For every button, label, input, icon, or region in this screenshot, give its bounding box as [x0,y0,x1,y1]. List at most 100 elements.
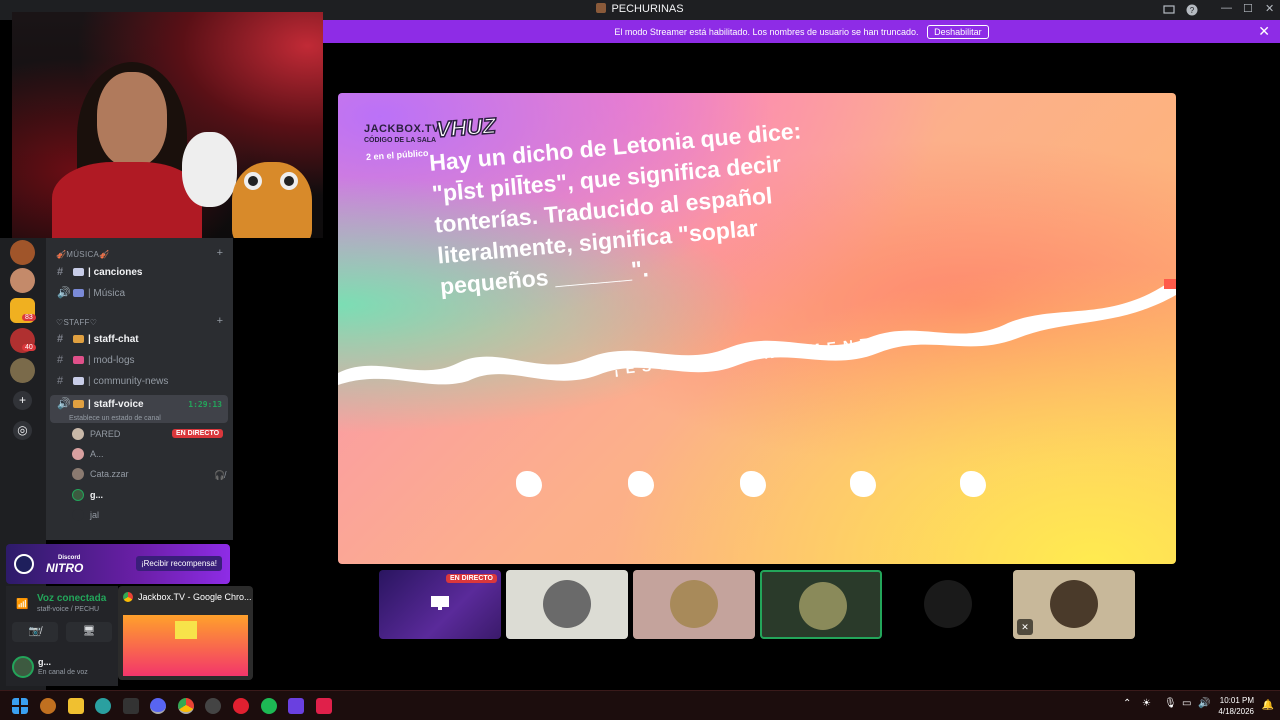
signal-icon[interactable]: 📶 [16,599,28,610]
webcam-face [97,72,167,167]
webcam-plush-eye [280,172,298,190]
monitor-icon [431,596,449,610]
microphone-icon[interactable]: 🎙 [1164,698,1177,709]
participant-tile[interactable] [887,570,1009,639]
lock-icon [73,400,84,408]
add-channel-icon[interactable]: + [217,315,223,327]
minimize-button[interactable]: — [1221,2,1232,14]
thumbnail-preview[interactable] [123,615,248,676]
channel-canciones[interactable]: # | canciones [50,263,228,282]
participant-tile-speaking[interactable] [760,570,882,639]
voice-status[interactable]: Voz conectada [37,593,106,604]
player-blob [850,471,876,497]
inbox-icon[interactable] [1163,4,1175,16]
hash-icon: # [57,354,64,366]
wave-decoration [338,279,1176,385]
voice-user[interactable]: A... [72,445,104,463]
close-window-button[interactable]: ✕ [1265,2,1274,15]
notification-icon[interactable]: 🔔 [1262,700,1274,711]
avatar[interactable] [12,656,34,678]
voice-user-name: PARED [90,429,121,439]
muted-icon: ✕ [1017,619,1033,635]
help-icon[interactable]: ? [1186,4,1198,16]
app-icon[interactable] [233,698,249,714]
channel-mod-logs[interactable]: # | mod-logs [50,351,228,370]
camera-off-button[interactable]: 📷̸ [12,622,58,642]
channel-label: | mod-logs [88,355,135,366]
voice-user-name: jal [90,510,100,520]
jackbox-logo: JACKBOX.TV [364,123,440,135]
network-icon[interactable]: ▭ [1182,698,1191,709]
voice-user[interactable]: g... [72,486,103,504]
category-staff[interactable]: ♡STAFF♡ [56,318,97,327]
channel-staff-voice[interactable]: 🔊 | staff-voice 1:29:13 Establece un esta… [50,395,228,423]
server-icon[interactable] [10,358,35,383]
room-code: VHUZ [434,112,497,143]
file-explorer-icon[interactable] [68,698,84,714]
tiktok-icon[interactable] [316,698,332,714]
clock[interactable]: 10:01 PM 4/18/2026 [1218,695,1254,717]
hash-icon: # [57,333,64,345]
avatar [72,428,84,440]
maximize-button[interactable]: ☐ [1243,2,1253,15]
voice-user[interactable]: Cata.zzar [72,465,129,483]
voice-user[interactable]: PARED [72,425,120,443]
player-blob [960,471,986,497]
server-icon[interactable] [10,240,35,265]
participant-tile-stream[interactable]: EN DIRECTO [379,570,501,639]
nitro-promo[interactable]: Discord NITRO ¡Recibir recompensa! [6,544,230,584]
app-icon[interactable] [95,698,111,714]
server-icon[interactable] [10,268,35,293]
disable-streamer-button[interactable]: Deshabilitar [927,25,989,39]
avatar [72,468,84,480]
live-badge: EN DIRECTO [172,429,224,438]
chevron-up-icon[interactable]: ⌃ [1123,698,1131,709]
add-channel-icon[interactable]: + [217,247,223,259]
hash-icon: # [57,375,64,387]
voice-user[interactable]: jal [72,506,99,524]
avatar [72,489,84,501]
windows-start-icon[interactable] [12,698,28,714]
webcam-overlay [12,12,323,238]
app-icon[interactable] [40,698,56,714]
add-server-icon[interactable]: + [13,391,32,410]
channel-label: | canciones [88,267,143,278]
nitro-icon [14,554,34,574]
explore-icon[interactable]: ◎ [13,421,32,440]
avatar [924,580,972,628]
player-blob [740,471,766,497]
streamer-mode-banner: El modo Streamer está habilitado. Los no… [323,20,1280,43]
volume-icon[interactable]: 🔊 [1198,698,1210,709]
emoji-icon [73,356,84,364]
epic-games-icon[interactable] [123,698,139,714]
brightness-icon[interactable]: ☀ [1142,698,1151,709]
jackbox-stream[interactable]: JACKBOX.TV CÓDIGO DE LA SALA VHUZ 2 en e… [338,93,1176,564]
streamer-message: El modo Streamer está habilitado. Los no… [614,27,919,37]
voice-channel-path[interactable]: staff-voice / PECHU [37,606,99,613]
webcam-plush-white [182,132,237,207]
svg-text:?: ? [1190,6,1195,15]
channel-musica[interactable]: 🔊 | Música [50,284,228,303]
channel-label: | Música [88,288,126,299]
taskbar-thumbnail-popup[interactable]: Jackbox.TV - Google Chro... [118,586,253,680]
participant-tile[interactable] [506,570,628,639]
participant-tile[interactable] [633,570,755,639]
channel-community-news[interactable]: # | community-news [50,372,228,391]
avatar [1050,580,1098,628]
participant-tile[interactable]: ✕ [1013,570,1135,639]
emoji-icon [73,268,84,276]
chrome-icon[interactable] [178,698,194,714]
app-icon[interactable] [288,698,304,714]
screen-share-button[interactable]: 🖥 [66,622,112,642]
claim-reward-button[interactable]: ¡Recibir recompensa! [135,556,222,571]
obs-icon[interactable] [205,698,221,714]
window-title-text: PECHURINAS [611,3,684,15]
channel-label: | staff-chat [88,334,139,345]
category-musica[interactable]: 🎻MÚSICA🎻 [56,250,109,259]
speaker-icon: 🔊 [57,398,71,410]
channel-staff-chat[interactable]: # | staff-chat [50,330,228,349]
spotify-icon[interactable] [261,698,277,714]
discord-icon[interactable] [150,698,166,714]
close-icon[interactable]: ✕ [1258,23,1270,40]
webcam-costume [52,162,202,238]
